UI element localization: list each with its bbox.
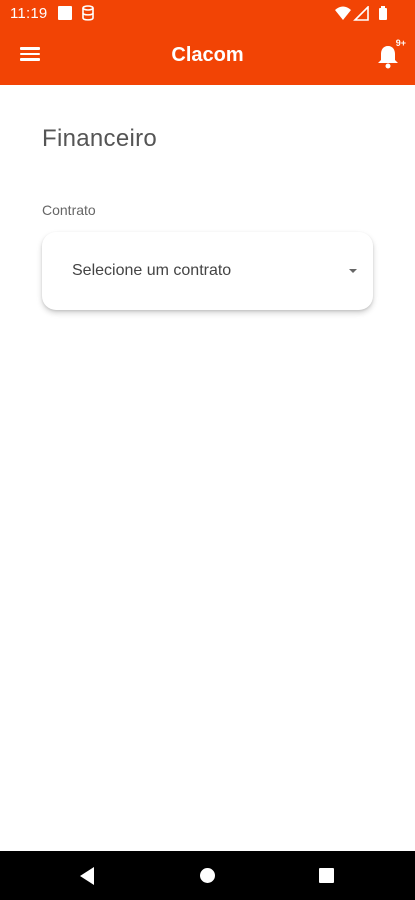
app-title: Clacom (171, 44, 244, 66)
app-screen: 11:19 Clacom 9+ Financeiro Contrato Sele… (0, 0, 415, 900)
contract-label: Contrato (42, 202, 96, 218)
page-title: Financeiro (42, 125, 158, 152)
notifications-button[interactable]: 9+ (373, 38, 406, 70)
wifi-icon (335, 6, 351, 20)
battery-icon (379, 6, 387, 20)
home-icon[interactable] (200, 868, 215, 883)
contract-select-placeholder: Selecione um contrato (72, 262, 232, 279)
recents-icon[interactable] (319, 868, 334, 883)
caret-down-icon (349, 269, 357, 273)
notification-square-icon (58, 6, 72, 20)
notification-badge: 9+ (395, 38, 406, 48)
contract-select[interactable]: Selecione um contrato (42, 232, 373, 310)
system-nav-bar (0, 851, 415, 900)
status-bar: 11:19 (0, 0, 415, 28)
database-icon (82, 5, 94, 21)
back-icon[interactable] (80, 867, 94, 885)
wifi-signal-icons (335, 6, 369, 21)
app-bar: Clacom 9+ (0, 28, 415, 85)
status-time: 11:19 (10, 5, 48, 22)
signal-icon (353, 6, 369, 21)
